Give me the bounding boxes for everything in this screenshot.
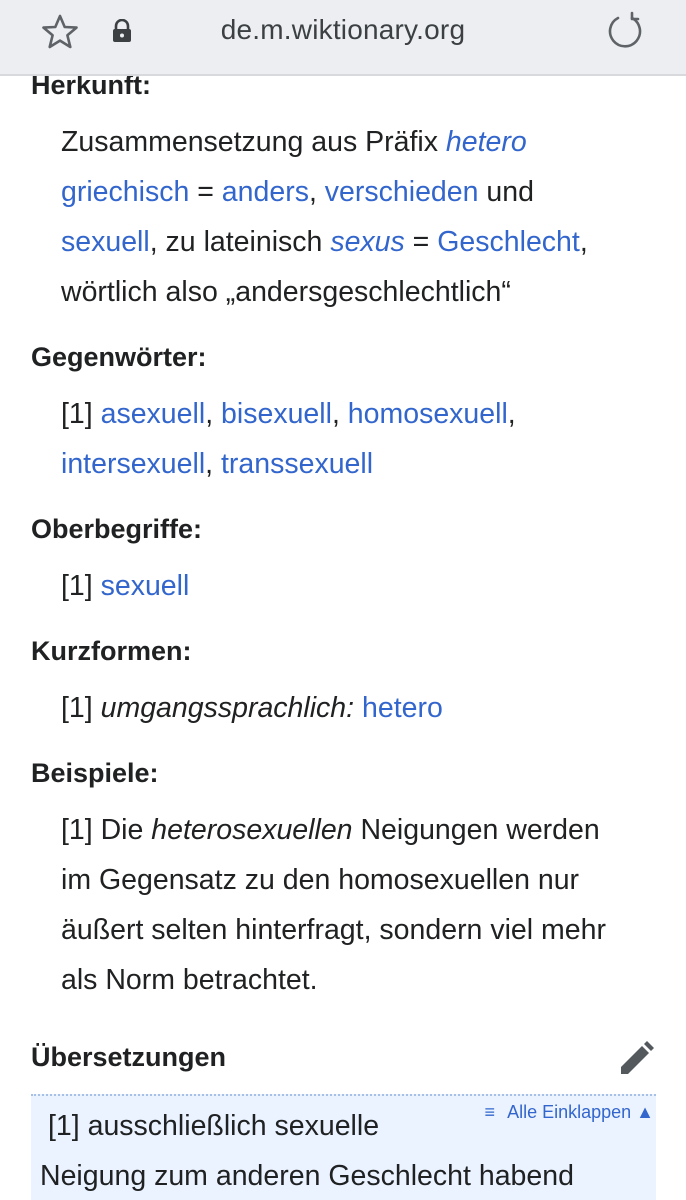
section-uebersetzungen[interactable]: Übersetzungen — [31, 1042, 226, 1073]
link-sexuell[interactable]: sexuell — [61, 226, 150, 258]
link-asexuell[interactable]: asexuell — [101, 398, 206, 430]
link-homosexuell[interactable]: homosexuell — [348, 398, 508, 430]
collapse-all-button[interactable]: ≡ Alle Einklappen ▲ — [485, 1102, 654, 1123]
link-sexuell-oberbegriff[interactable]: sexuell — [101, 570, 190, 602]
separator: , — [507, 398, 516, 430]
heading-beispiele: Beispiele: — [31, 758, 159, 788]
translation-sense-line-1: [1] ausschließlich sexuelle — [48, 1110, 380, 1142]
link-griechisch[interactable]: griechisch — [61, 176, 189, 208]
link-hetero-kurzform[interactable]: hetero — [362, 692, 443, 724]
link-geschlecht[interactable]: Geschlecht — [437, 226, 580, 258]
oberbegriffe-line: [1] sexuell — [61, 570, 189, 603]
text: Zusammensetzung aus Präfix — [61, 126, 446, 158]
collapse-all-label: Alle Einklappen — [507, 1102, 632, 1122]
translation-sense-line-2: Neigung zum anderen Geschlecht habend — [40, 1160, 574, 1192]
heading-herkunft: Herkunft: — [31, 76, 151, 100]
sense-marker: [1] — [61, 692, 101, 724]
browser-toolbar: de.m.wiktionary.org — [0, 0, 686, 76]
text: = — [404, 226, 438, 258]
pencil-edit-icon[interactable] — [616, 1039, 656, 1079]
link-verschieden[interactable]: verschieden — [325, 176, 479, 208]
heading-oberbegriffe: Oberbegriffe: — [31, 514, 203, 544]
reload-icon[interactable] — [604, 10, 646, 52]
beispiele-line-2: im Gegensatz zu den homosexuellen nur — [61, 864, 580, 896]
herkunft-line-1: Zusammensetzung aus Präfix hetero — [61, 126, 527, 159]
translation-box: ≡ Alle Einklappen ▲ [1] ausschließlich se… — [31, 1094, 656, 1200]
text: und — [478, 176, 534, 208]
gegenwoerter-line-1: [1] asexuell, bisexuell, homosexuell, — [61, 398, 516, 431]
gegenwoerter-line-2: intersexuell, transsexuell — [61, 448, 373, 481]
highlighted-term: heterosexuellen — [151, 814, 353, 846]
herkunft-line-3: sexuell, zu lateinisch sexus = Geschlech… — [61, 226, 588, 259]
heading-kurzformen: Kurzformen: — [31, 636, 192, 666]
beispiele-line-1: [1] Die heterosexuellen Neigungen werden — [61, 814, 600, 847]
sense-marker: [1] — [61, 398, 101, 430]
article-content: Herkunft: Zusammensetzung aus Präfix het… — [0, 76, 686, 1200]
list-icon: ≡ — [484, 1102, 496, 1122]
text: , zu lateinisch — [149, 226, 331, 258]
heading-gegenwoerter: Gegenwörter: — [31, 342, 207, 372]
link-sexus[interactable]: sexus — [330, 226, 404, 258]
text: = — [189, 176, 222, 208]
herkunft-line-2: griechisch = anders, verschieden und — [61, 176, 534, 209]
link-intersexuell[interactable]: intersexuell — [61, 448, 205, 480]
herkunft-line-4: wörtlich also „andersgeschlechtlich“ — [61, 276, 511, 308]
separator: , — [205, 398, 222, 430]
sense-marker: [1] — [61, 570, 101, 602]
link-bisexuell[interactable]: bisexuell — [221, 398, 332, 430]
usage-qualifier: umgangssprachlich: — [100, 692, 355, 724]
link-anders[interactable]: anders — [222, 176, 309, 208]
text: , — [308, 176, 325, 208]
kurzformen-line: [1] umgangssprachlich: hetero — [61, 692, 443, 725]
separator: , — [331, 398, 348, 430]
text: , — [579, 226, 588, 258]
link-hetero[interactable]: hetero — [446, 126, 527, 158]
triangle-up-icon: ▲ — [636, 1102, 654, 1122]
beispiele-line-3: äußert selten hinterfragt, sondern viel … — [61, 914, 606, 946]
link-transsexuell[interactable]: transsexuell — [221, 448, 373, 480]
url-bar[interactable]: de.m.wiktionary.org — [0, 14, 686, 46]
beispiele-line-4: als Norm betrachtet. — [61, 964, 318, 996]
text: Neigungen werden — [352, 814, 600, 846]
text: [1] Die — [61, 814, 152, 846]
separator: , — [205, 448, 221, 480]
